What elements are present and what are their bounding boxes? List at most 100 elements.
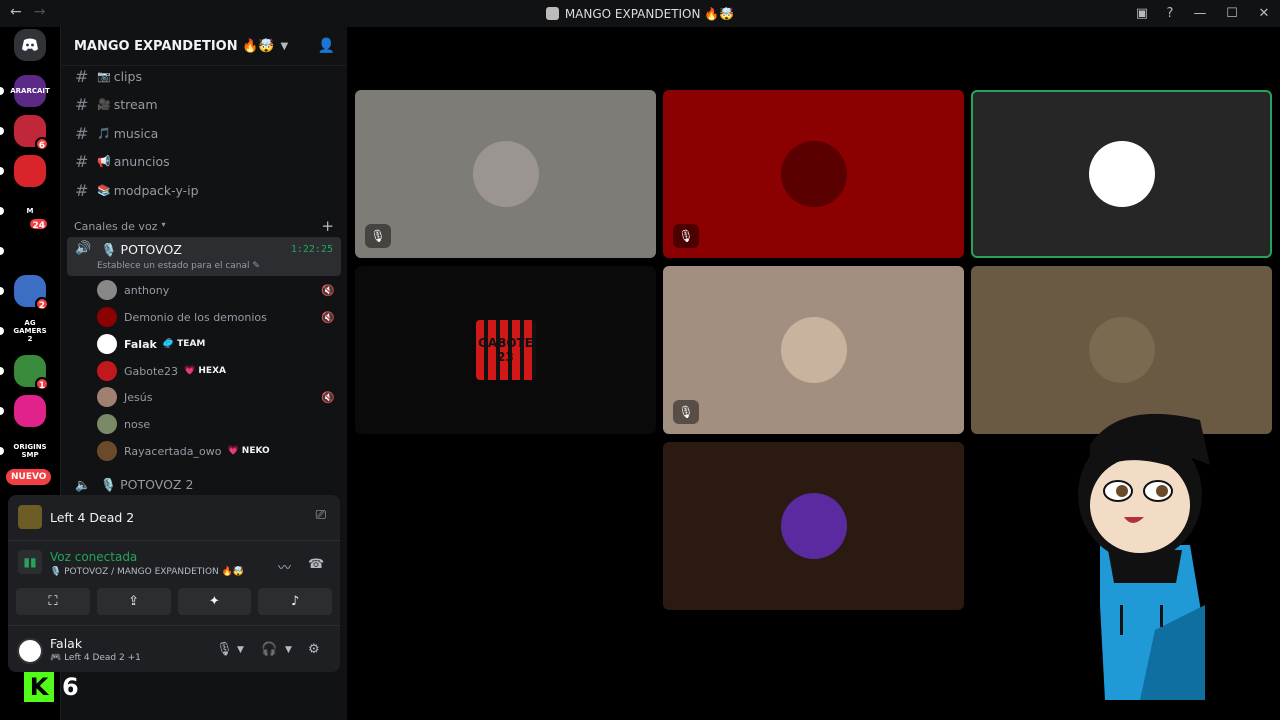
unread-pip <box>0 287 4 295</box>
server-icon[interactable] <box>14 235 46 267</box>
discord-home-button[interactable] <box>14 29 46 61</box>
server-header[interactable]: MANGO EXPANDETION 🔥🤯 ▼ 👤 <box>61 27 347 66</box>
invite-people-icon[interactable]: 👤 <box>318 38 335 54</box>
user-name[interactable]: Falak <box>50 636 82 651</box>
server-icon-label: ORIGINS SMP <box>13 443 47 459</box>
camera-off-button[interactable]: ⛶ <box>16 588 90 615</box>
server-icon[interactable] <box>14 395 46 427</box>
voice-member[interactable]: Demonio de los demonios 🔇 <box>97 306 337 328</box>
unread-pip <box>0 87 4 95</box>
avatar <box>1088 317 1155 383</box>
mention-badge: 6 <box>34 137 49 151</box>
server-icon[interactable]: ARARCAIT <box>10 75 50 107</box>
stream-game-icon[interactable]: ⎚ <box>316 508 326 523</box>
back-arrow-icon[interactable]: ← <box>10 4 22 20</box>
server-icon[interactable]: M 24 <box>14 195 49 231</box>
muted-mic-icon: 🎙 <box>673 400 699 424</box>
avatar <box>780 141 847 207</box>
server-icon-label: AG GAMERS 2 <box>13 319 47 343</box>
server-icon[interactable]: 2 <box>14 275 49 311</box>
forward-arrow-icon[interactable]: → <box>34 4 46 20</box>
chevron-down-icon[interactable]: ▼ <box>237 645 244 655</box>
voice-status[interactable]: Voz conectada <box>50 550 137 564</box>
video-tile[interactable]: 🎙 <box>663 90 964 258</box>
noise-suppression-icon[interactable]: 〰 <box>278 557 291 576</box>
server-icon[interactable]: 6 <box>14 115 49 151</box>
text-channel-musica[interactable]: # 🎵 musica <box>75 124 158 143</box>
video-tile[interactable] <box>663 442 964 610</box>
voice-member[interactable]: Jesús 🔇 <box>97 386 337 408</box>
minimize-button[interactable]: — <box>1184 6 1216 21</box>
unread-pip <box>0 367 4 375</box>
chevron-down-icon[interactable]: ▼ <box>285 645 292 655</box>
voice-member[interactable]: Gabote23 💗 HEXA <box>97 360 337 382</box>
avatar[interactable] <box>17 638 43 664</box>
server-icon[interactable]: 1 <box>14 355 49 391</box>
muted-icon: 🔇 <box>321 283 335 297</box>
voice-member[interactable]: Rayacertada_owo 💗 NEKO <box>97 440 337 462</box>
text-channel-stream[interactable]: # 🎥 stream <box>75 95 158 114</box>
user-panel: Left 4 Dead 2 ⎚ ▮▮ Voz conectada 🎙️ POTO… <box>8 495 340 672</box>
chevron-down-icon: ▼ <box>280 40 289 52</box>
kick-logo-icon: K <box>24 672 54 702</box>
channel-name: stream <box>113 97 158 112</box>
mention-badge: 24 <box>28 217 49 231</box>
avatar <box>97 307 117 327</box>
voice-member[interactable]: nose <box>97 413 337 435</box>
voice-channel-name: 🎙️ POTOVOZ 2 <box>100 477 194 492</box>
channel-name: clips <box>113 69 142 84</box>
voice-channel-potovoz-2[interactable]: 🔈 🎙️ POTOVOZ 2 <box>75 477 193 493</box>
member-name: nose <box>124 417 151 431</box>
maximize-button[interactable]: ☐ <box>1216 6 1248 21</box>
server-icon[interactable] <box>14 155 46 187</box>
unread-pip <box>0 207 4 215</box>
speaker-icon: 🔊 <box>75 241 92 256</box>
activities-button[interactable]: ✦ <box>177 588 252 615</box>
nuevo-badge[interactable]: NUEVO <box>6 469 52 485</box>
voice-timer: 1:22:25 <box>290 244 333 255</box>
avatar <box>1088 141 1155 207</box>
server-icon[interactable]: ORIGINS SMP <box>13 435 47 467</box>
disconnect-icon[interactable]: ☎ <box>308 557 324 572</box>
voice-member[interactable]: anthony 🔇 <box>97 279 337 301</box>
voice-channel-potovoz[interactable]: 🔊 🎙️ POTOVOZ 1:22:25 Establece un estado… <box>67 237 341 276</box>
server-icon[interactable]: AG GAMERS 2 <box>13 315 47 347</box>
channel-status[interactable]: Establece un estado para el canal ✎ <box>97 261 260 271</box>
avatar <box>780 493 847 559</box>
voice-category[interactable]: Canales de voz ▾ + <box>74 217 334 235</box>
avatar <box>97 334 117 354</box>
signal-icon[interactable]: ▮▮ <box>18 550 42 574</box>
unread-pip <box>0 447 4 455</box>
channel-emoji: 📷 <box>97 70 111 83</box>
close-button[interactable]: ✕ <box>1248 6 1280 21</box>
video-tile[interactable]: GABOTE 23 <box>355 266 656 434</box>
voice-actions: ⛶ ⇪ ✦ ♪ <box>16 588 332 615</box>
headphones-icon[interactable]: 🎧 <box>261 642 277 657</box>
voice-member[interactable]: Falak 🥏 TEAM <box>97 333 337 355</box>
gear-icon[interactable]: ⚙ <box>308 642 320 657</box>
unread-pip <box>0 327 4 335</box>
inbox-icon[interactable]: ▣ <box>1128 6 1156 21</box>
activity-bar: Left 4 Dead 2 ⎚ <box>8 495 340 541</box>
text-channel-modpack-y-ip[interactable]: # 📚 modpack-y-ip <box>75 181 199 200</box>
unread-pip <box>0 127 4 135</box>
text-channel-anuncios[interactable]: # 📢 anuncios <box>75 152 170 171</box>
screen-share-button[interactable]: ⇪ <box>96 588 171 615</box>
help-icon[interactable]: ? <box>1156 6 1184 21</box>
video-tile[interactable] <box>971 90 1272 258</box>
unread-pip <box>0 247 4 255</box>
video-tile[interactable]: 🎙 <box>355 90 656 258</box>
create-channel-icon[interactable]: + <box>321 217 334 235</box>
voice-location[interactable]: 🎙️ POTOVOZ / MANGO EXPANDETION 🔥🤯 <box>50 567 244 577</box>
window-title: MANGO EXPANDETION 🔥🤯 <box>564 6 735 21</box>
mention-badge: 2 <box>34 297 49 311</box>
game-icon <box>18 505 42 529</box>
chevron-down-icon: ▾ <box>161 220 166 229</box>
text-channel-clips[interactable]: # 📷 clips <box>75 67 142 86</box>
member-name: anthony <box>124 283 170 297</box>
soundboard-button[interactable]: ♪ <box>258 588 332 615</box>
video-tile[interactable]: 🎙 <box>663 266 964 434</box>
channel-name: musica <box>113 126 159 141</box>
microphone-icon[interactable]: 🎙 <box>216 642 233 657</box>
channel-emoji: 📢 <box>97 155 111 168</box>
